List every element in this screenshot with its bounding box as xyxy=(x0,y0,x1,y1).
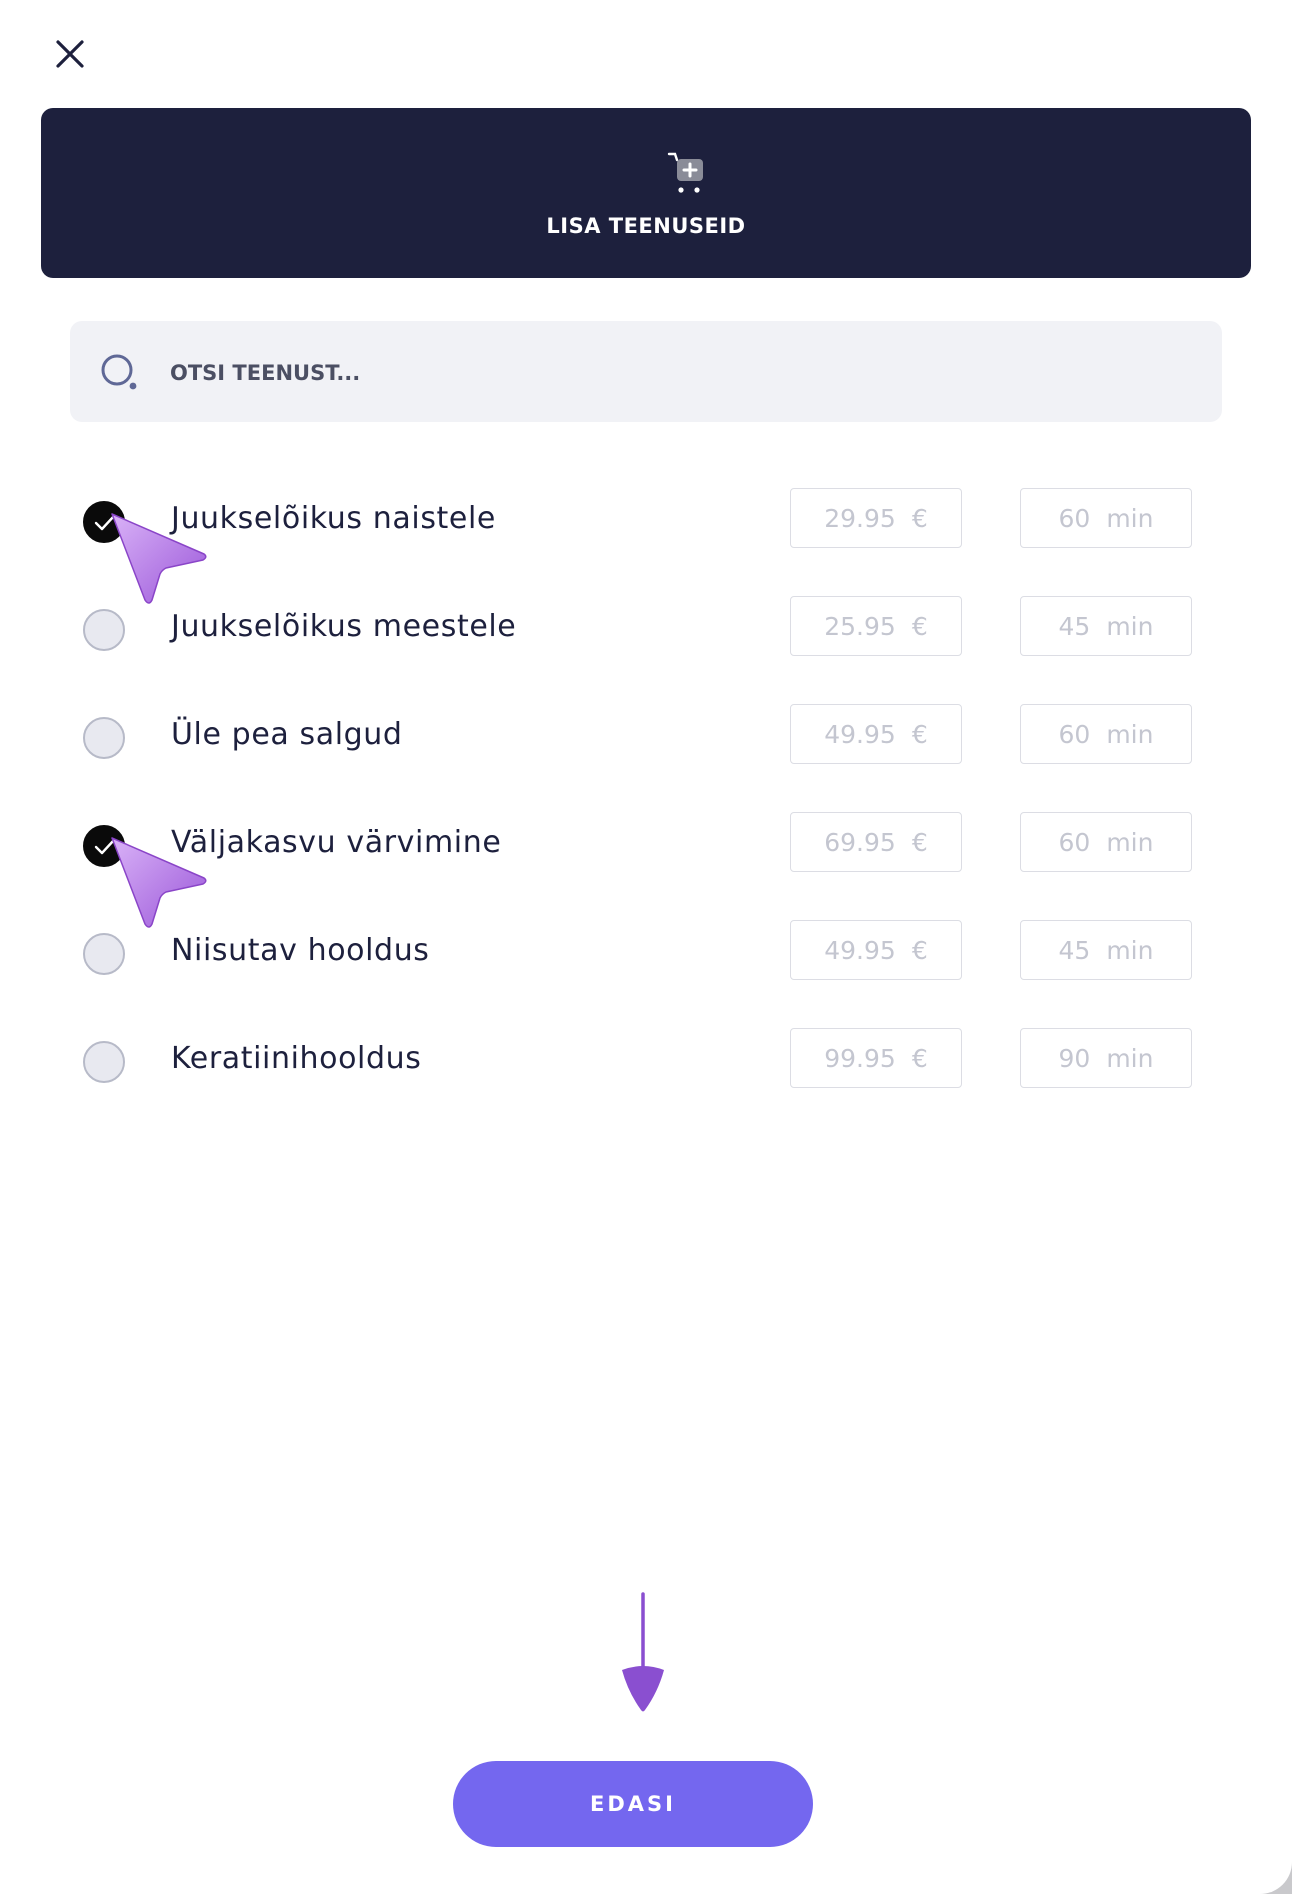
service-name: Keratiinihooldus xyxy=(171,1041,422,1076)
service-checkbox[interactable] xyxy=(83,609,125,651)
duration-field[interactable]: 45 min xyxy=(1020,920,1192,980)
duration-unit: min xyxy=(1106,1043,1154,1073)
currency-symbol: € xyxy=(911,935,928,965)
duration-value: 60 xyxy=(1058,827,1091,857)
currency-symbol: € xyxy=(911,503,928,533)
header-title: LISA TEENUSEID xyxy=(546,214,746,238)
duration-value: 45 xyxy=(1058,935,1091,965)
search-icon xyxy=(100,353,140,393)
duration-unit: min xyxy=(1106,827,1154,857)
duration-value: 60 xyxy=(1058,719,1091,749)
service-row: Niisutav hooldus 49.95 € 45 min xyxy=(0,920,1292,990)
currency-symbol: € xyxy=(911,827,928,857)
service-row: Juukselõikus meestele 25.95 € 45 min xyxy=(0,596,1292,666)
service-name: Niisutav hooldus xyxy=(171,933,430,968)
price-field[interactable]: 25.95 € xyxy=(790,596,962,656)
search-bar[interactable] xyxy=(70,321,1222,422)
duration-unit: min xyxy=(1106,503,1154,533)
service-row: Keratiinihooldus 99.95 € 90 min xyxy=(0,1028,1292,1098)
duration-field[interactable]: 90 min xyxy=(1020,1028,1192,1088)
service-name: Juukselõikus naistele xyxy=(171,501,496,536)
service-name: Juukselõikus meestele xyxy=(171,609,517,644)
currency-symbol: € xyxy=(911,1043,928,1073)
service-checkbox[interactable] xyxy=(83,1041,125,1083)
duration-field[interactable]: 60 min xyxy=(1020,488,1192,548)
price-value: 99.95 xyxy=(824,1043,896,1073)
duration-field[interactable]: 60 min xyxy=(1020,704,1192,764)
add-services-header: LISA TEENUSEID xyxy=(41,108,1251,278)
duration-unit: min xyxy=(1106,935,1154,965)
price-value: 29.95 xyxy=(824,503,896,533)
arrow-down-icon xyxy=(618,1592,668,1716)
currency-symbol: € xyxy=(911,611,928,641)
next-button[interactable]: EDASI xyxy=(453,1761,813,1847)
close-icon[interactable] xyxy=(52,36,88,72)
price-value: 25.95 xyxy=(824,611,896,641)
search-input[interactable] xyxy=(168,349,1172,397)
duration-field[interactable]: 60 min xyxy=(1020,812,1192,872)
duration-unit: min xyxy=(1106,611,1154,641)
price-value: 69.95 xyxy=(824,827,896,857)
duration-field[interactable]: 45 min xyxy=(1020,596,1192,656)
cart-plus-icon xyxy=(665,150,711,196)
service-checkbox[interactable] xyxy=(83,717,125,759)
price-field[interactable]: 99.95 € xyxy=(790,1028,962,1088)
duration-value: 60 xyxy=(1058,503,1091,533)
service-checkbox[interactable] xyxy=(83,933,125,975)
service-name: Väljakasvu värvimine xyxy=(171,825,502,860)
duration-value: 90 xyxy=(1058,1043,1091,1073)
price-field[interactable]: 49.95 € xyxy=(790,920,962,980)
duration-unit: min xyxy=(1106,719,1154,749)
service-row: Juukselõikus naistele 29.95 € 60 min xyxy=(0,488,1292,558)
price-field[interactable]: 49.95 € xyxy=(790,704,962,764)
service-name: Üle pea salgud xyxy=(171,717,403,752)
price-value: 49.95 xyxy=(824,935,896,965)
service-row: Väljakasvu värvimine 69.95 € 60 min xyxy=(0,812,1292,882)
window-corner xyxy=(1258,1860,1292,1894)
service-checkbox[interactable] xyxy=(83,501,125,543)
price-field[interactable]: 29.95 € xyxy=(790,488,962,548)
currency-symbol: € xyxy=(911,719,928,749)
price-value: 49.95 xyxy=(824,719,896,749)
service-row: Üle pea salgud 49.95 € 60 min xyxy=(0,704,1292,774)
price-field[interactable]: 69.95 € xyxy=(790,812,962,872)
service-checkbox[interactable] xyxy=(83,825,125,867)
duration-value: 45 xyxy=(1058,611,1091,641)
